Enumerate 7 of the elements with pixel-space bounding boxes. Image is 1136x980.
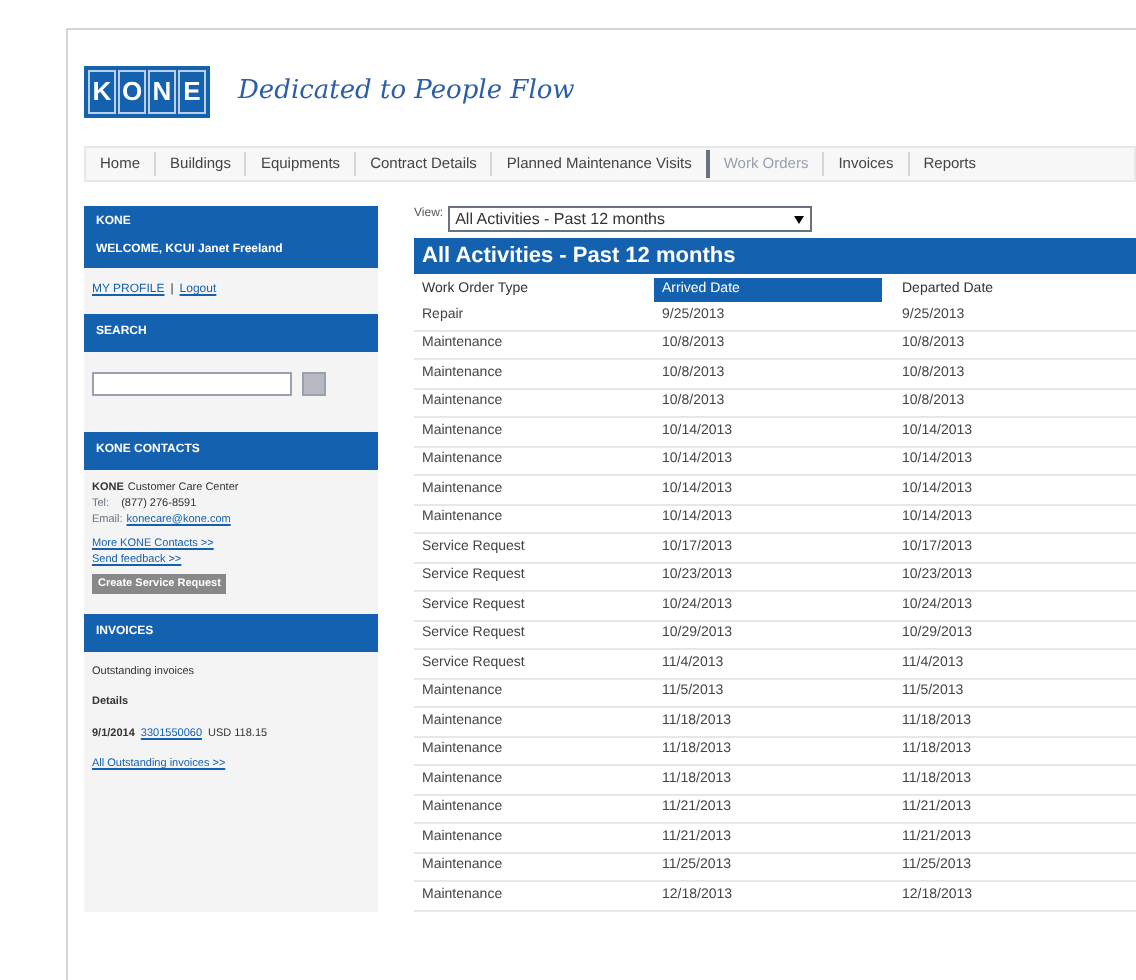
tagline: Dedicated to People Flow — [238, 74, 575, 111]
dropdown-arrow-icon — [793, 215, 804, 223]
search-field[interactable] — [92, 372, 292, 396]
view-dropdown[interactable]: All Activities - Past 12 months — [447, 206, 812, 232]
logo: K O N E — [84, 66, 210, 118]
table-title: All Activities - Past 12 months — [414, 238, 1136, 274]
search-button[interactable] — [302, 372, 326, 396]
